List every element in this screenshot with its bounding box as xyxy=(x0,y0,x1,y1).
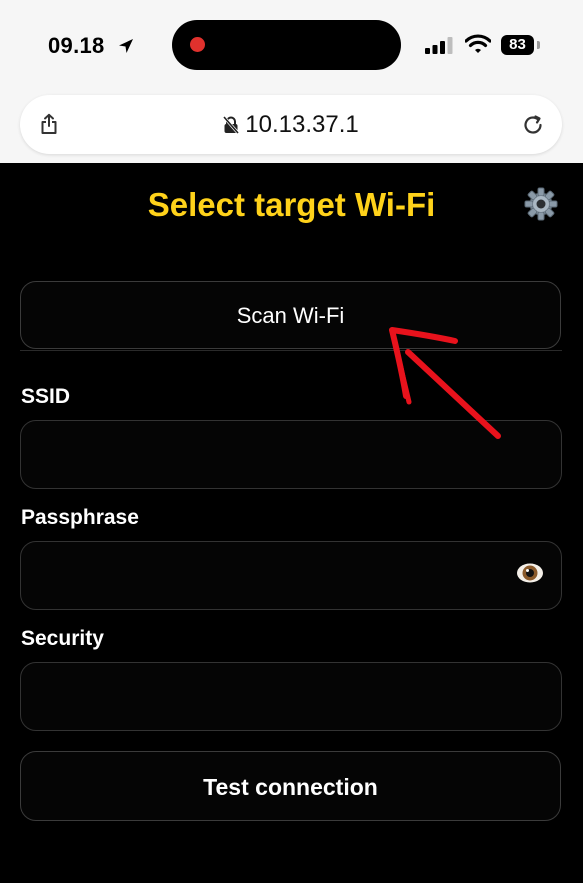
security-input[interactable] xyxy=(20,662,562,731)
dynamic-island xyxy=(172,20,401,70)
location-arrow-icon xyxy=(117,37,135,60)
security-label: Security xyxy=(21,627,104,650)
ssid-label: SSID xyxy=(21,385,71,408)
status-time: 09.18 xyxy=(48,33,105,58)
reload-icon[interactable] xyxy=(522,114,544,141)
divider xyxy=(20,350,562,351)
wifi-icon xyxy=(464,34,492,59)
lock-slash-icon xyxy=(223,113,240,141)
battery-icon: 83 xyxy=(501,35,534,55)
scan-wifi-button[interactable]: Scan Wi-Fi xyxy=(20,281,561,349)
ssid-input[interactable] xyxy=(20,420,562,489)
passphrase-label: Passphrase xyxy=(21,506,139,529)
battery-cap xyxy=(537,41,540,49)
status-bar: 09.18 83 xyxy=(0,0,583,90)
test-connection-button[interactable]: Test connection xyxy=(20,751,561,821)
browser-chrome: 09.18 83 10.13.37.1 xyxy=(0,0,583,163)
url-value: 10.13.37.1 xyxy=(245,111,359,138)
eye-icon[interactable] xyxy=(515,562,545,591)
recording-indicator xyxy=(190,37,205,52)
page-title: Select target Wi-Fi xyxy=(147,186,436,223)
gear-icon[interactable] xyxy=(523,186,559,227)
url-bar[interactable]: 10.13.37.1 xyxy=(20,95,562,154)
signal-icon xyxy=(425,37,455,59)
passphrase-input[interactable] xyxy=(20,541,562,610)
url-text[interactable]: 10.13.37.1 xyxy=(20,111,562,141)
